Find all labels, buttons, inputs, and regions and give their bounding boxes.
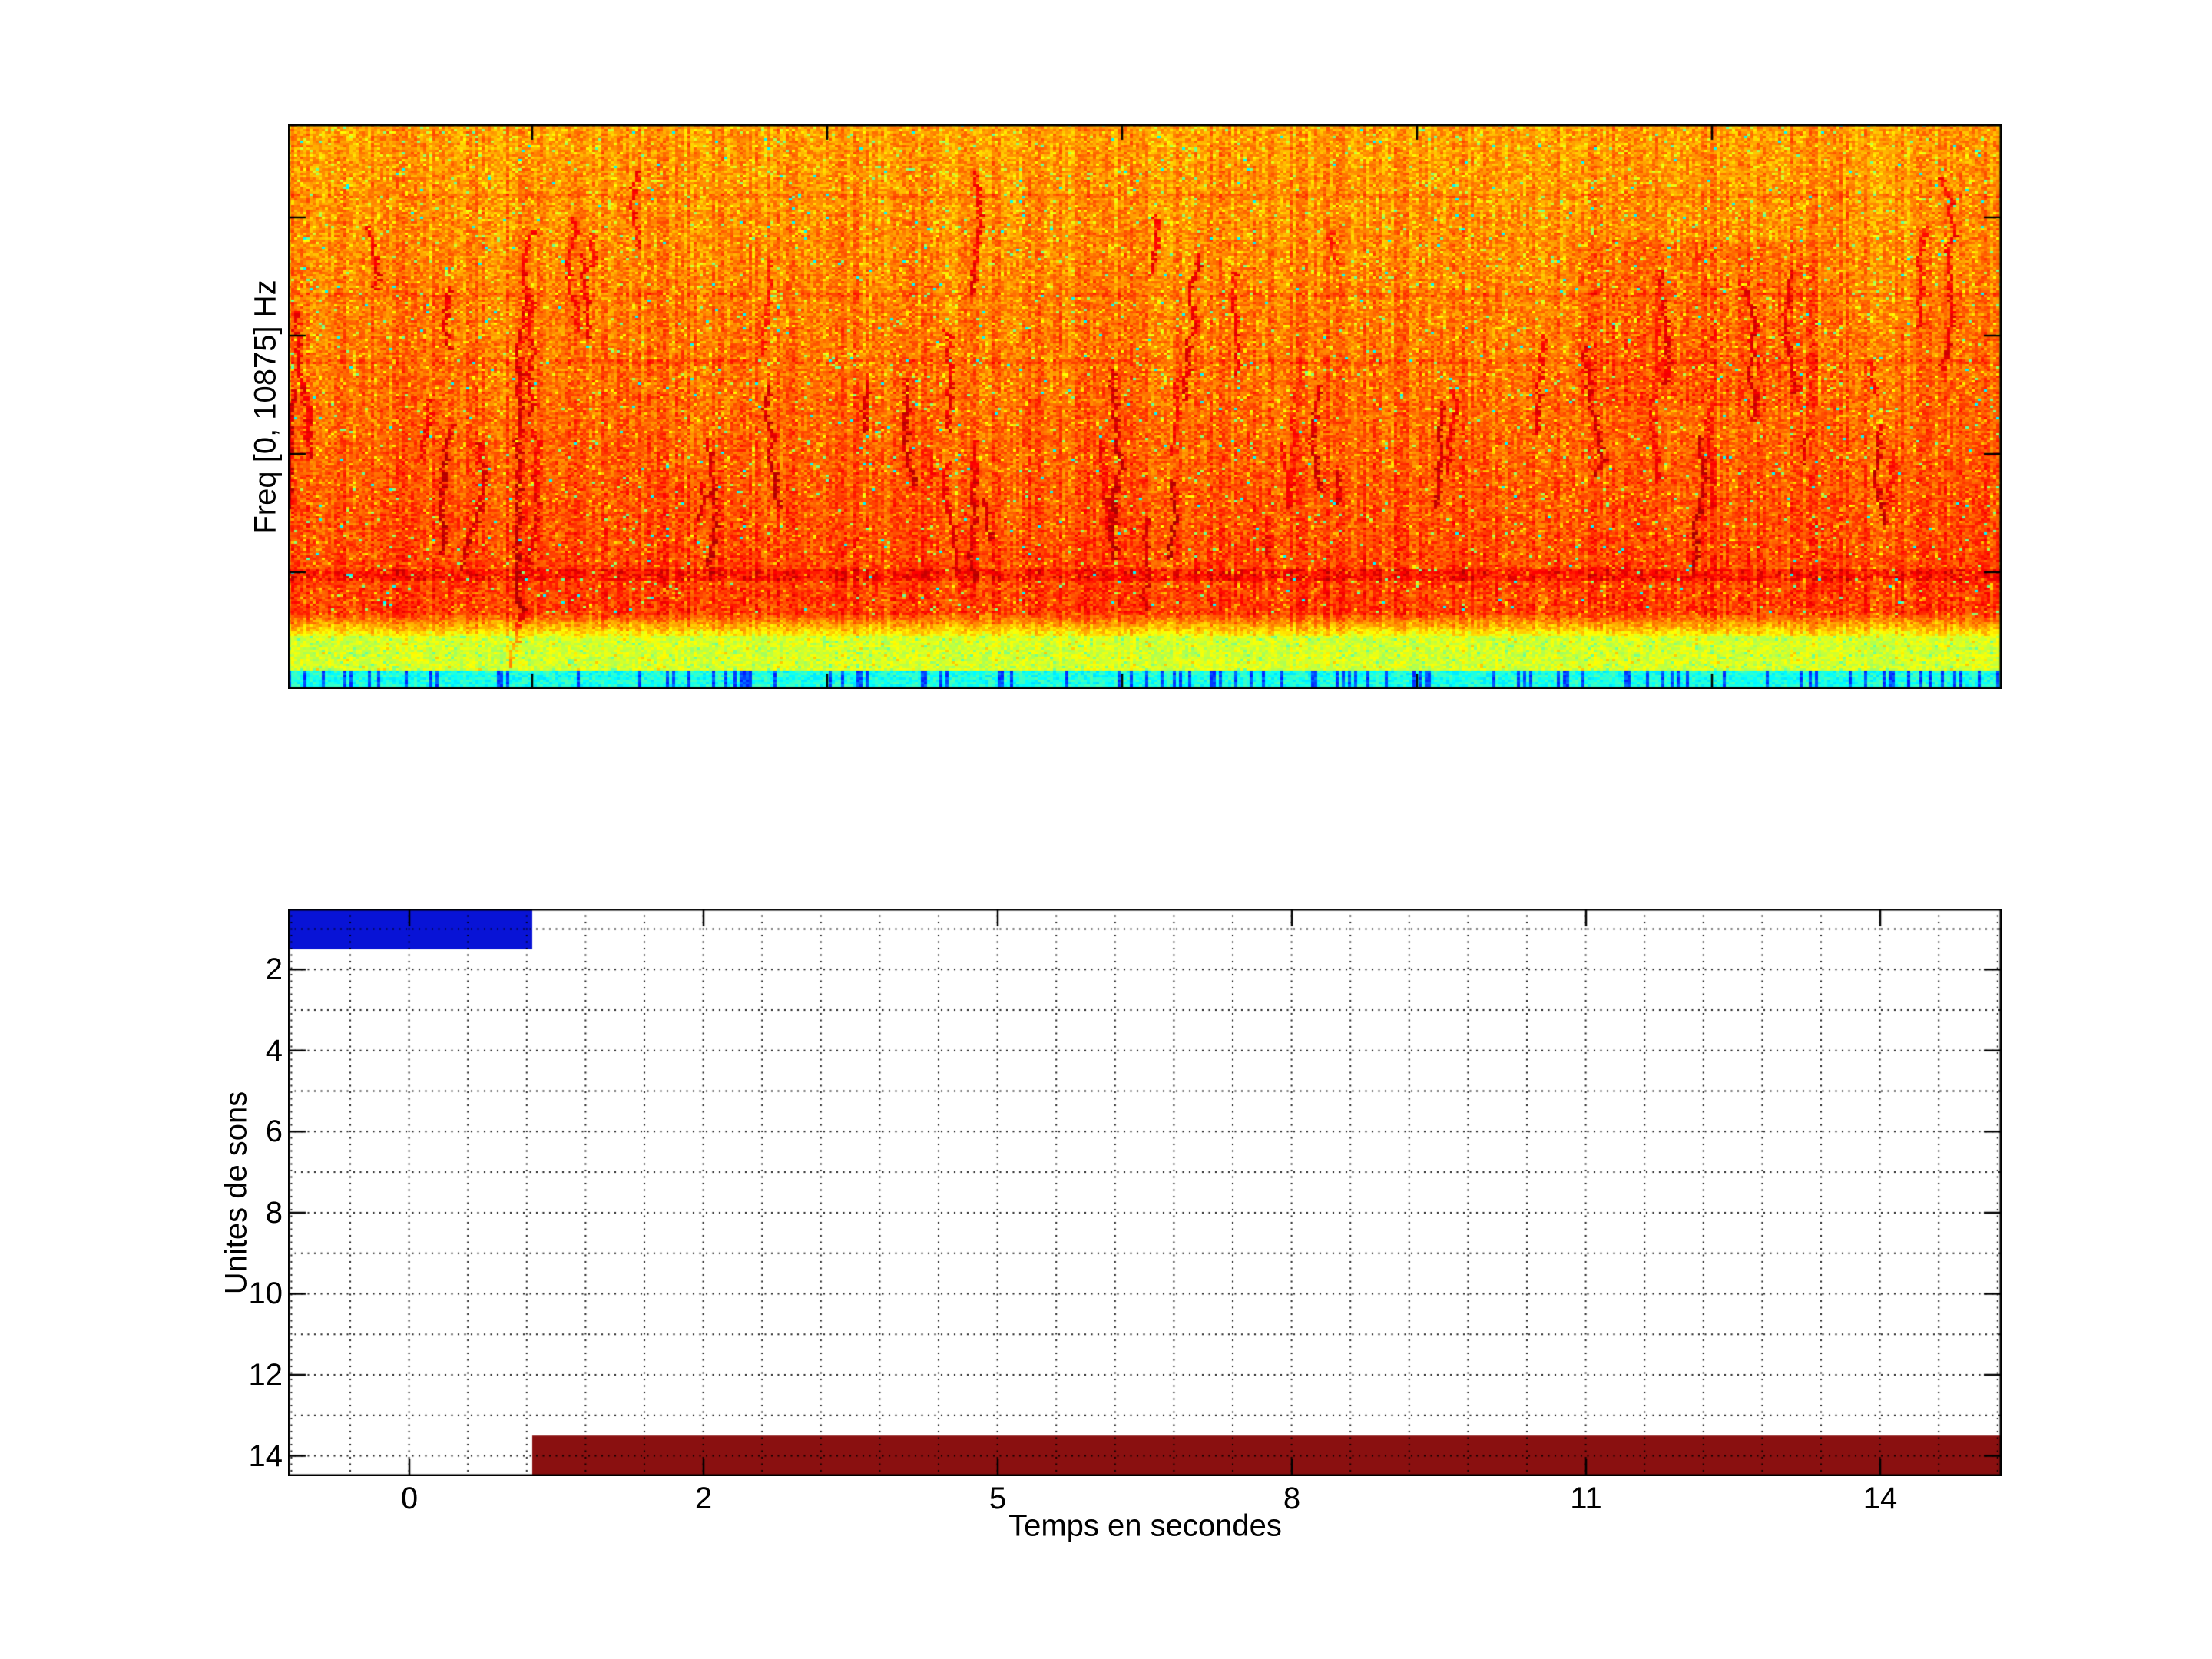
spectrogram-ylabel: Freq [0, 10875] Hz: [249, 280, 283, 534]
x-tick-label: 5: [936, 1481, 1059, 1516]
y-tick-label: 8: [206, 1195, 283, 1230]
x-tick-label: 0: [348, 1481, 471, 1516]
y-tick-label: 4: [206, 1033, 283, 1068]
y-tick-label: 14: [206, 1439, 283, 1474]
y-tick-label: 2: [206, 952, 283, 987]
x-tick-label: 8: [1230, 1481, 1353, 1516]
figure: { "figure": {"width": 2880, "height": 21…: [0, 0, 2212, 1659]
y-tick-label: 6: [206, 1114, 283, 1149]
y-tick-label: 12: [206, 1357, 283, 1392]
activity-plot-canvas: [288, 909, 2002, 1476]
x-tick-label: 14: [1819, 1481, 1942, 1516]
y-tick-label: 10: [206, 1276, 283, 1311]
x-tick-label: 11: [1525, 1481, 1647, 1516]
spectrogram-canvas: [288, 124, 2002, 689]
x-tick-label: 2: [642, 1481, 765, 1516]
